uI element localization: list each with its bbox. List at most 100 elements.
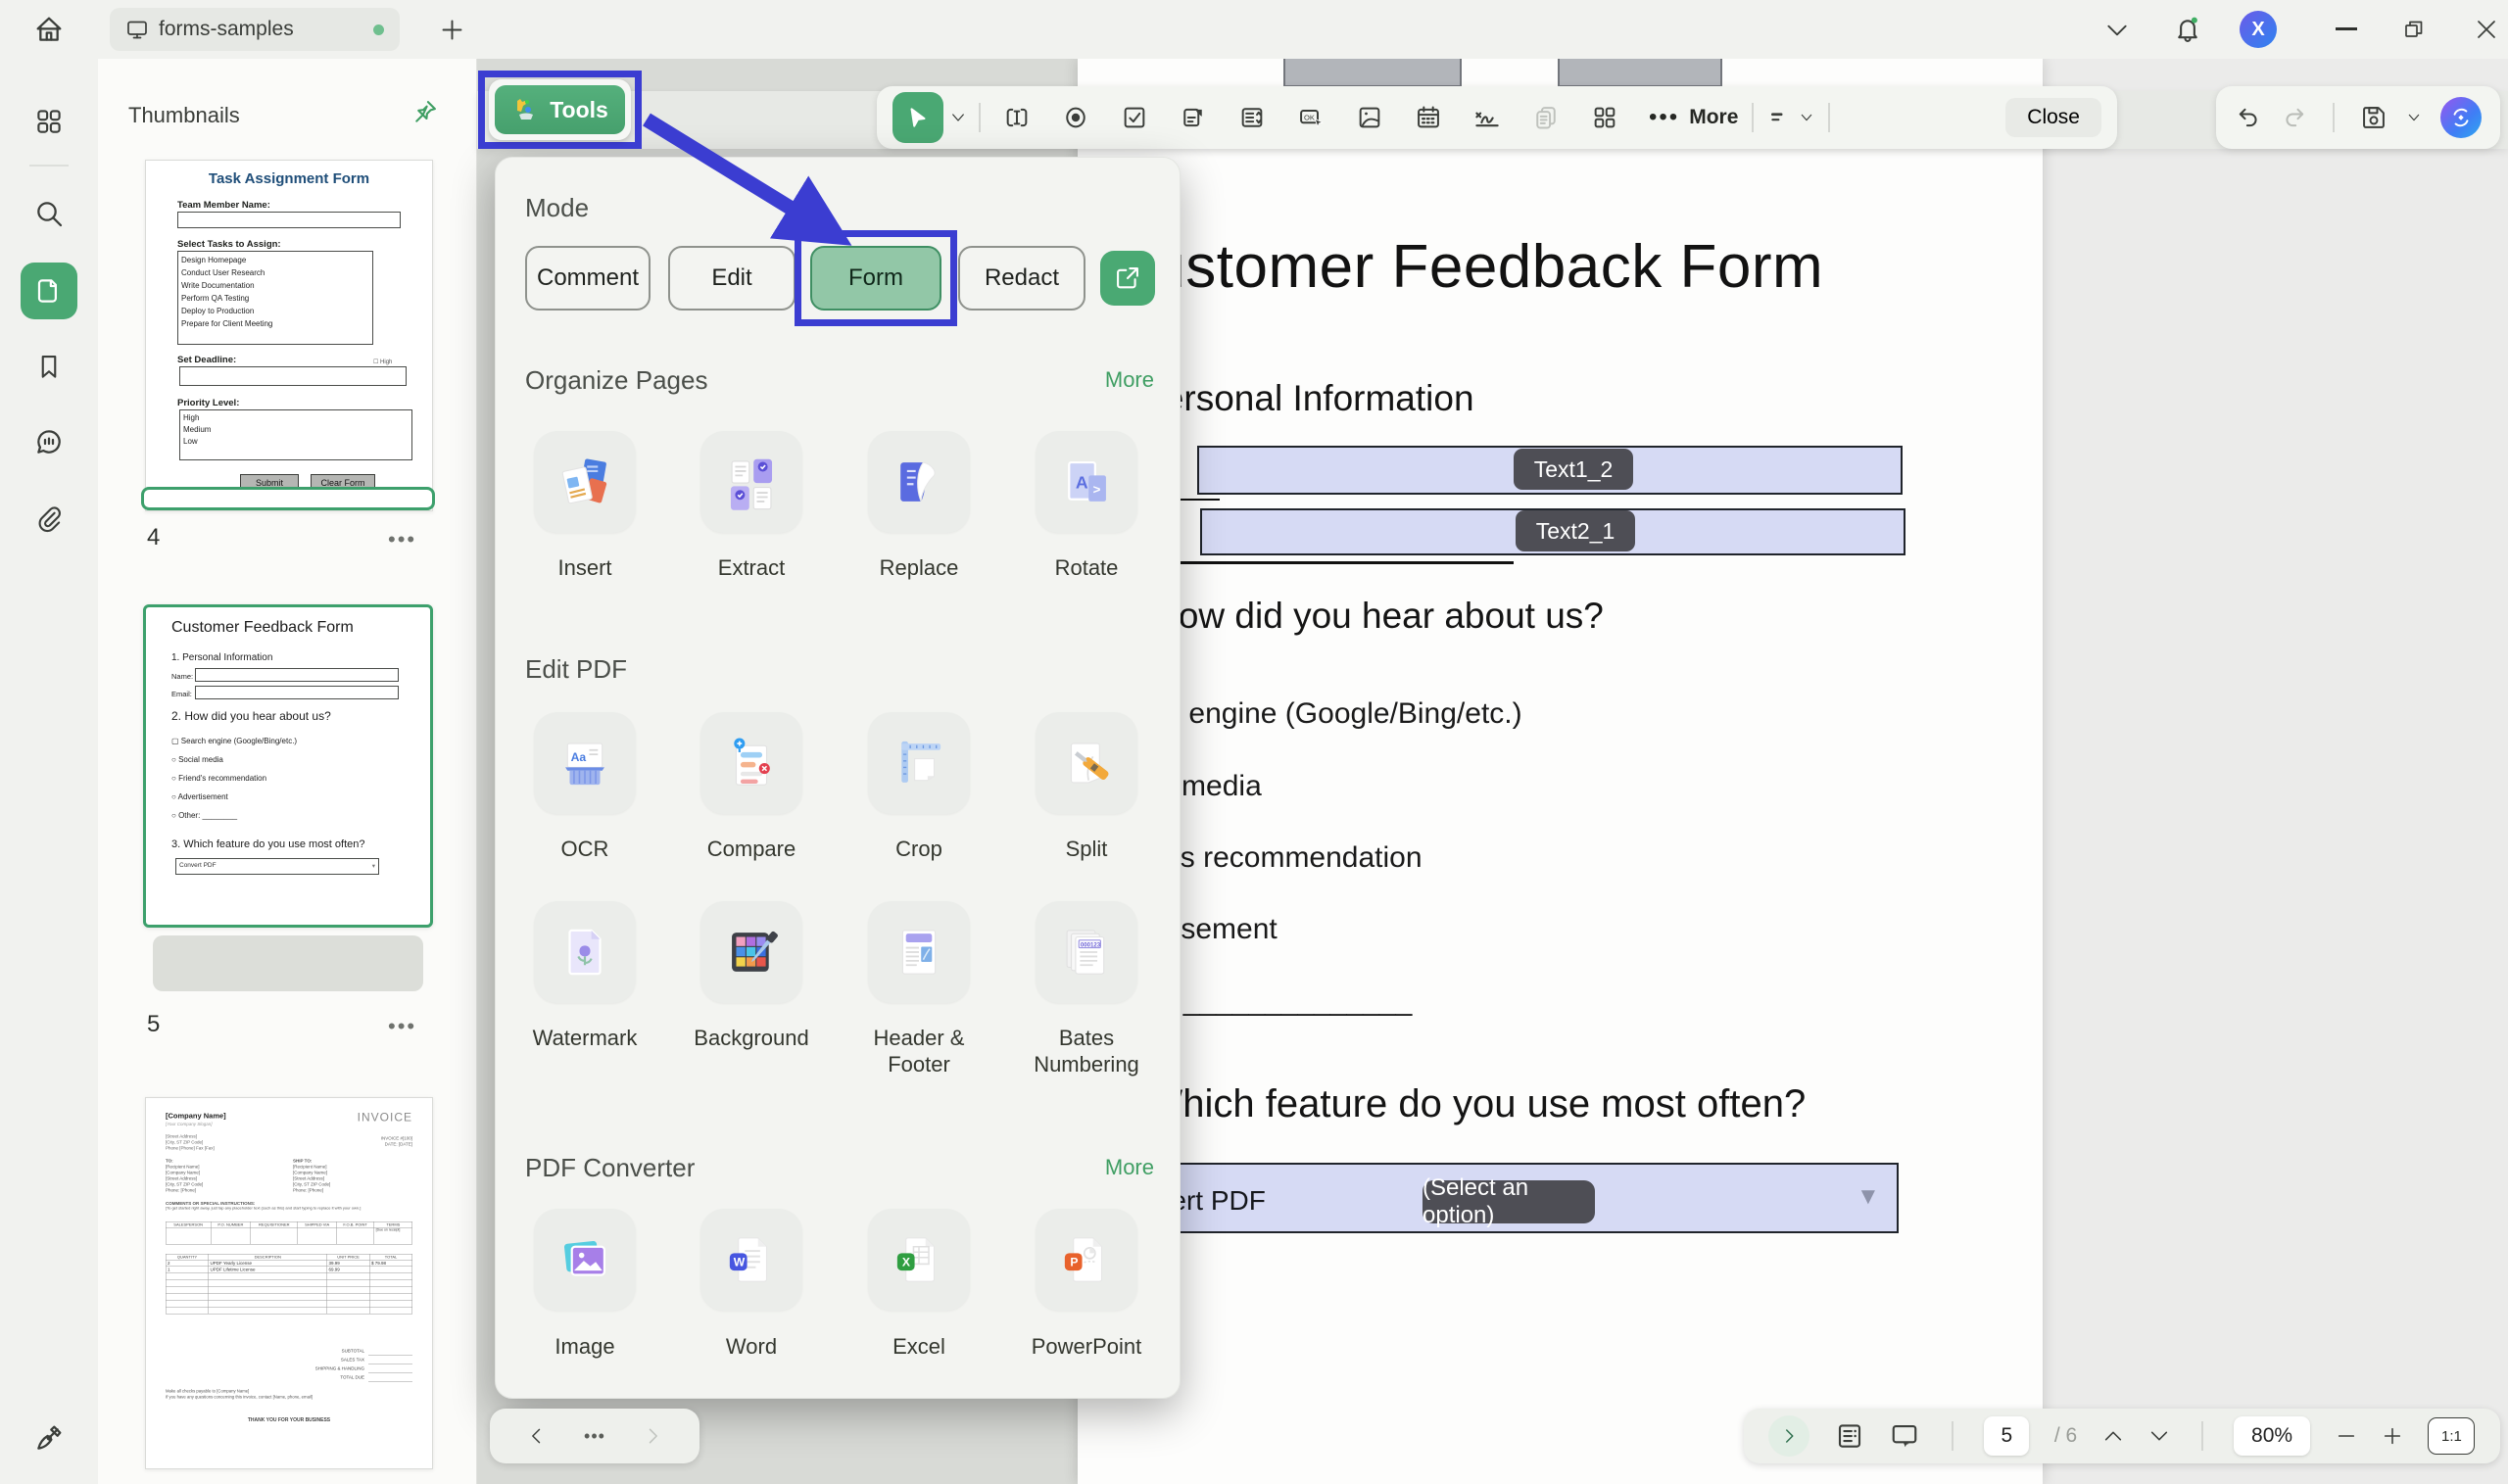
prev-page-button[interactable] — [527, 1426, 547, 1446]
image-field-tool[interactable] — [1341, 90, 1398, 145]
attachments-button[interactable] — [24, 494, 74, 545]
page-number-input[interactable]: 5 — [1984, 1416, 2029, 1456]
user-avatar[interactable]: X — [2240, 11, 2277, 48]
invoice-items-table: QUANTITYDESCRIPTIONUNIT PRICETOTAL 2UPDF… — [166, 1254, 412, 1315]
left-rail — [0, 59, 98, 1484]
tool-to-powerpoint[interactable]: P — [1036, 1209, 1137, 1311]
converter-more-link[interactable]: More — [1105, 1155, 1154, 1180]
titlebar: forms-samples X — [0, 0, 2508, 59]
watermark-icon — [555, 922, 615, 982]
powerpoint-convert-icon: P — [1056, 1229, 1117, 1290]
close-window-button[interactable] — [2475, 18, 2498, 41]
checkbox-tool[interactable] — [1106, 90, 1163, 145]
save-options-chevron[interactable] — [2406, 112, 2422, 123]
tool-ocr[interactable]: Aa — [534, 712, 636, 814]
presentation-button[interactable] — [1889, 1421, 1920, 1451]
tools-button[interactable]: Tools — [495, 85, 625, 134]
notifications-button[interactable] — [2173, 15, 2202, 44]
tool-to-word[interactable]: W — [700, 1209, 802, 1311]
field-list-button[interactable] — [1835, 1421, 1864, 1451]
thumbnail-page-5[interactable]: Customer Feedback Form 1. Personal Infor… — [143, 604, 433, 928]
collapse-toolbar-button[interactable] — [2104, 23, 2130, 38]
tool-compare[interactable] — [700, 712, 802, 814]
bates-icon: 000123 — [1056, 922, 1117, 982]
search-button[interactable] — [24, 188, 74, 239]
bookmarks-button[interactable] — [24, 341, 74, 392]
radio-button-tool[interactable] — [1047, 90, 1104, 145]
tool-extract[interactable] — [700, 431, 802, 533]
signature-field-tool[interactable] — [1459, 90, 1516, 145]
tool-replace[interactable] — [868, 431, 970, 533]
push-button-tool[interactable]: OK — [1282, 90, 1339, 145]
minimize-button[interactable] — [2336, 27, 2357, 30]
document-tab[interactable]: forms-samples — [110, 8, 400, 51]
pin-panel-button[interactable] — [411, 98, 439, 125]
toolbar-divider — [979, 103, 981, 132]
duplicate-fields-tool[interactable] — [1518, 90, 1574, 145]
select-tool-button[interactable] — [892, 92, 943, 143]
dropdown-caret-icon[interactable]: ▼ — [1857, 1183, 1880, 1211]
thumbnail-page-6[interactable]: [Company Name] [Your Company Slogan] INV… — [145, 1097, 433, 1469]
zoom-out-button[interactable] — [2336, 1425, 2357, 1447]
panel-grid-button[interactable] — [24, 96, 74, 147]
save-button[interactable] — [2360, 104, 2387, 131]
redo-button[interactable] — [2281, 104, 2308, 131]
maximize-button[interactable] — [2402, 18, 2426, 41]
close-form-mode-button[interactable]: Close — [2005, 98, 2101, 137]
tool-to-image[interactable] — [534, 1209, 636, 1311]
thumbnails-panel: Thumbnails Task Assignment Form Team Mem… — [98, 59, 477, 1484]
thumbnail-page-4[interactable]: Task Assignment Form Team Member Name: S… — [145, 160, 433, 511]
tool-background[interactable] — [700, 901, 802, 1003]
thumb-5-menu[interactable]: ••• — [388, 1014, 416, 1039]
tool-crop[interactable] — [868, 712, 970, 814]
comments-button[interactable] — [24, 416, 74, 467]
field-badge-2: Text2_1 — [1516, 510, 1635, 551]
mini-label: Email: — [171, 690, 192, 698]
more-tools-button[interactable]: ••• More — [1649, 104, 1738, 131]
mode-comment-button[interactable]: Comment — [525, 246, 651, 311]
zoom-in-button[interactable] — [2382, 1425, 2403, 1447]
expand-bar-button[interactable] — [1768, 1415, 1809, 1457]
tool-label: Bates Numbering — [1013, 1025, 1160, 1077]
list-box-tool[interactable] — [1224, 90, 1280, 145]
combo-box-tool[interactable] — [1165, 90, 1222, 145]
text-field-tool[interactable] — [989, 90, 1045, 145]
ai-assistant-button[interactable] — [2440, 97, 2482, 138]
page-down-button[interactable] — [2148, 1428, 2170, 1444]
page-up-button[interactable] — [2102, 1428, 2124, 1444]
zoom-level-box[interactable]: 80% — [2234, 1416, 2310, 1456]
tool-rotate[interactable]: A> — [1036, 431, 1137, 533]
mini-option: ▢ Search engine (Google/Bing/etc.) — [171, 737, 297, 745]
tool-to-excel[interactable]: X — [868, 1209, 970, 1311]
excel-convert-icon: X — [889, 1229, 949, 1290]
date-field-tool[interactable] — [1400, 90, 1457, 145]
chevron-down-icon[interactable] — [949, 111, 967, 124]
alignment-tool-button[interactable] — [1767, 105, 1814, 130]
page4-form-field[interactable] — [1558, 59, 1722, 87]
chevron-right-icon — [1780, 1427, 1798, 1445]
open-in-new-window-button[interactable] — [1100, 251, 1155, 306]
mini-label: Select Tasks to Assign: — [177, 239, 281, 250]
actual-size-button[interactable]: 1:1 — [2428, 1417, 2475, 1455]
pages-overflow-button[interactable]: ••• — [584, 1426, 605, 1447]
form-toolbar: OK ••• More Close — [877, 86, 2117, 149]
new-tab-button[interactable] — [439, 17, 465, 43]
next-page-button[interactable] — [643, 1426, 662, 1446]
tool-insert[interactable] — [534, 431, 636, 533]
page4-form-field[interactable] — [1283, 59, 1462, 87]
tool-watermark[interactable] — [534, 901, 636, 1003]
thumb-4-menu[interactable]: ••• — [388, 527, 416, 552]
pen-nib-icon — [33, 1422, 65, 1454]
sign-tool-button[interactable] — [24, 1412, 74, 1463]
organize-more-link[interactable]: More — [1105, 367, 1154, 393]
home-button[interactable] — [33, 14, 65, 45]
mode-redact-button[interactable]: Redact — [958, 246, 1085, 311]
selected-field-highlight[interactable] — [141, 487, 435, 510]
undo-button[interactable] — [2235, 104, 2262, 131]
field-grid-tool[interactable] — [1576, 90, 1633, 145]
thumbnails-panel-button[interactable] — [21, 263, 77, 319]
tool-bates-numbering[interactable]: 000123 — [1036, 901, 1137, 1003]
tool-split[interactable] — [1036, 712, 1137, 814]
tool-header-footer[interactable] — [868, 901, 970, 1003]
mini-form-title: Customer Feedback Form — [171, 619, 354, 637]
